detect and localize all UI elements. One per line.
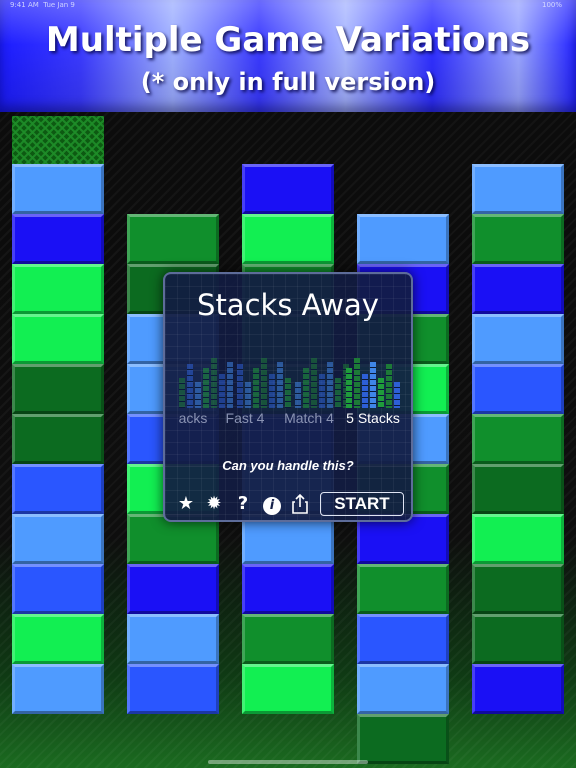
status-time: 9:41 AM Tue Jan 9 — [10, 1, 75, 9]
variant-bar — [253, 368, 259, 408]
banner-subtitle: (* only in full version) — [140, 68, 436, 96]
variant-preview-3[interactable] — [346, 354, 406, 408]
variant-bar — [285, 378, 291, 408]
stack-block — [242, 614, 334, 664]
stack-block — [357, 614, 449, 664]
variant-bar — [227, 362, 233, 408]
start-button[interactable]: START — [320, 492, 404, 516]
stack-block — [127, 614, 219, 664]
share-icon[interactable] — [289, 492, 311, 516]
variant-bar — [295, 382, 301, 408]
variant-bar — [386, 364, 392, 408]
help-icon[interactable]: ? — [232, 492, 254, 516]
stack-block — [472, 614, 564, 664]
variant-preview-0[interactable] — [179, 354, 239, 408]
home-indicator — [208, 760, 368, 764]
variant-preview-1[interactable] — [237, 354, 297, 408]
stack-block — [472, 514, 564, 564]
variant-bar — [237, 364, 243, 408]
challenge-text: Can you handle this? — [222, 458, 354, 473]
stack-block — [12, 514, 104, 564]
variant-bar — [362, 374, 368, 408]
variant-bar — [335, 378, 341, 408]
stack-block — [127, 664, 219, 714]
banner-title: Multiple Game Variations — [45, 20, 531, 60]
variant-bar — [179, 378, 185, 408]
stack-block — [472, 564, 564, 614]
stack-block — [472, 164, 564, 214]
variant-bar — [354, 358, 360, 408]
stack-block — [242, 164, 334, 214]
status-battery: 100% — [541, 1, 562, 9]
stack-block — [12, 564, 104, 614]
variant-bar — [378, 378, 384, 408]
stack-block — [357, 714, 449, 764]
variant-bar — [327, 362, 333, 408]
stack-block — [472, 414, 564, 464]
stack-block — [242, 664, 334, 714]
stack-block — [127, 564, 219, 614]
share-glyph — [292, 493, 308, 514]
variant-bar — [394, 382, 400, 408]
stack-block — [12, 364, 104, 414]
stack-block — [127, 214, 219, 264]
stack-block — [472, 314, 564, 364]
variant-bar — [211, 358, 217, 408]
variant-bar — [277, 362, 283, 408]
stack-block — [12, 314, 104, 364]
stack-block — [472, 464, 564, 514]
stack-block — [472, 214, 564, 264]
stack-block — [357, 214, 449, 264]
variant-bar — [245, 382, 251, 408]
variant-bar — [203, 368, 209, 408]
variant-bar — [319, 374, 325, 408]
stack-block — [242, 564, 334, 614]
stack-block — [357, 564, 449, 614]
stack-block — [472, 664, 564, 714]
hatched-block — [12, 116, 104, 164]
variant-label-3[interactable]: 5 Stacks — [333, 410, 411, 426]
variant-bar — [261, 358, 267, 408]
stack-block — [12, 214, 104, 264]
info-icon[interactable]: i — [261, 492, 283, 516]
stack-block — [472, 264, 564, 314]
sun-icon[interactable]: ✹ — [203, 492, 225, 516]
status-bar: 9:41 AM Tue Jan 9 100% — [0, 0, 576, 12]
variant-bar — [195, 382, 201, 408]
game-menu-dialog: Stacks Away acks Fast 4 Match 45 Stacks Ca… — [163, 272, 413, 522]
stack-block — [242, 214, 334, 264]
stack-block — [357, 664, 449, 714]
variant-bar — [269, 374, 275, 408]
variant-bar — [219, 374, 225, 408]
variant-bar — [311, 358, 317, 408]
stack-block — [472, 364, 564, 414]
promo-banner: 9:41 AM Tue Jan 9 100% Multiple Game Var… — [0, 0, 576, 112]
dialog-title: Stacks Away — [197, 288, 379, 322]
stack-block — [12, 664, 104, 714]
variant-bar — [303, 368, 309, 408]
variant-bar — [187, 364, 193, 408]
variant-bar — [370, 362, 376, 408]
stack-block — [12, 464, 104, 514]
stack-block — [12, 414, 104, 464]
stack-block — [12, 164, 104, 214]
variant-bar — [346, 368, 352, 408]
stack-block — [12, 264, 104, 314]
stack-block — [12, 614, 104, 664]
star-icon[interactable]: ★ — [175, 492, 197, 516]
